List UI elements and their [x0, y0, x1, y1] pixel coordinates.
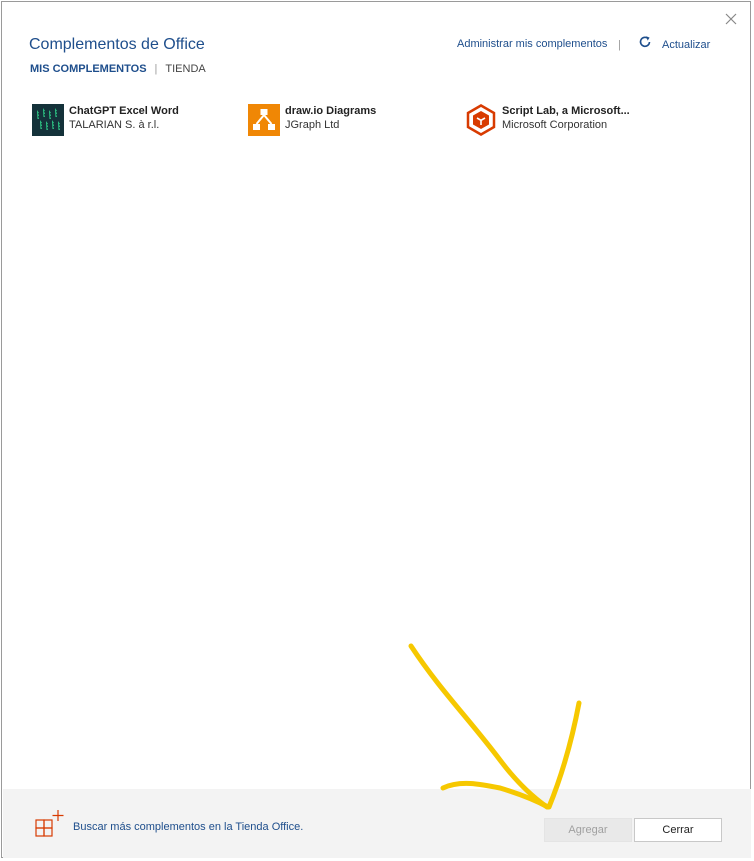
tab-mis-complementos[interactable]: MIS COMPLEMENTOS [30, 63, 147, 75]
close-button[interactable]: Cerrar [634, 818, 722, 842]
chatgpt-excel-word-icon [32, 104, 64, 136]
refresh-icon [638, 35, 652, 54]
tab-tienda[interactable]: TIENDA [165, 63, 205, 75]
add-button[interactable]: Agregar [544, 818, 632, 842]
addin-item-drawio[interactable]: draw.io Diagrams JGraph Ltd [248, 104, 376, 136]
dialog-title: Complementos de Office [29, 36, 205, 53]
addin-name: draw.io Diagrams [285, 105, 377, 117]
addin-item-script-lab[interactable]: Script Lab, a Microsoft... Microsoft Cor… [465, 104, 630, 136]
store-search-label: Buscar más complementos en la Tienda Off… [73, 820, 304, 833]
addin-name: Script Lab, a Microsoft... [502, 105, 630, 117]
addin-publisher: TALARIAN S. à r.l. [69, 119, 160, 131]
addin-publisher: Microsoft Corporation [502, 119, 608, 131]
dialog-footer: Buscar más complementos en la Tienda Off… [3, 789, 751, 858]
header-separator: | [618, 39, 621, 51]
script-lab-icon [465, 104, 497, 136]
close-icon[interactable] [722, 10, 740, 28]
refresh-button[interactable]: Actualizar [638, 35, 710, 54]
addin-name: ChatGPT Excel Word [69, 105, 179, 117]
addin-item-chatgpt[interactable]: ChatGPT Excel Word TALARIAN S. à r.l. [32, 104, 179, 136]
store-search-link[interactable]: Buscar más complementos en la Tienda Off… [35, 809, 303, 844]
tab-bar: MIS COMPLEMENTOS | TIENDA [30, 63, 206, 75]
tab-separator: | [154, 63, 158, 75]
refresh-label: Actualizar [662, 38, 711, 51]
store-addin-icon [35, 809, 65, 844]
drawio-icon [248, 104, 280, 136]
office-addins-dialog: Complementos de Office MIS COMPLEMENTOS … [1, 1, 751, 858]
manage-addins-link[interactable]: Administrar mis complementos [457, 38, 607, 50]
addin-publisher: JGraph Ltd [285, 119, 340, 131]
